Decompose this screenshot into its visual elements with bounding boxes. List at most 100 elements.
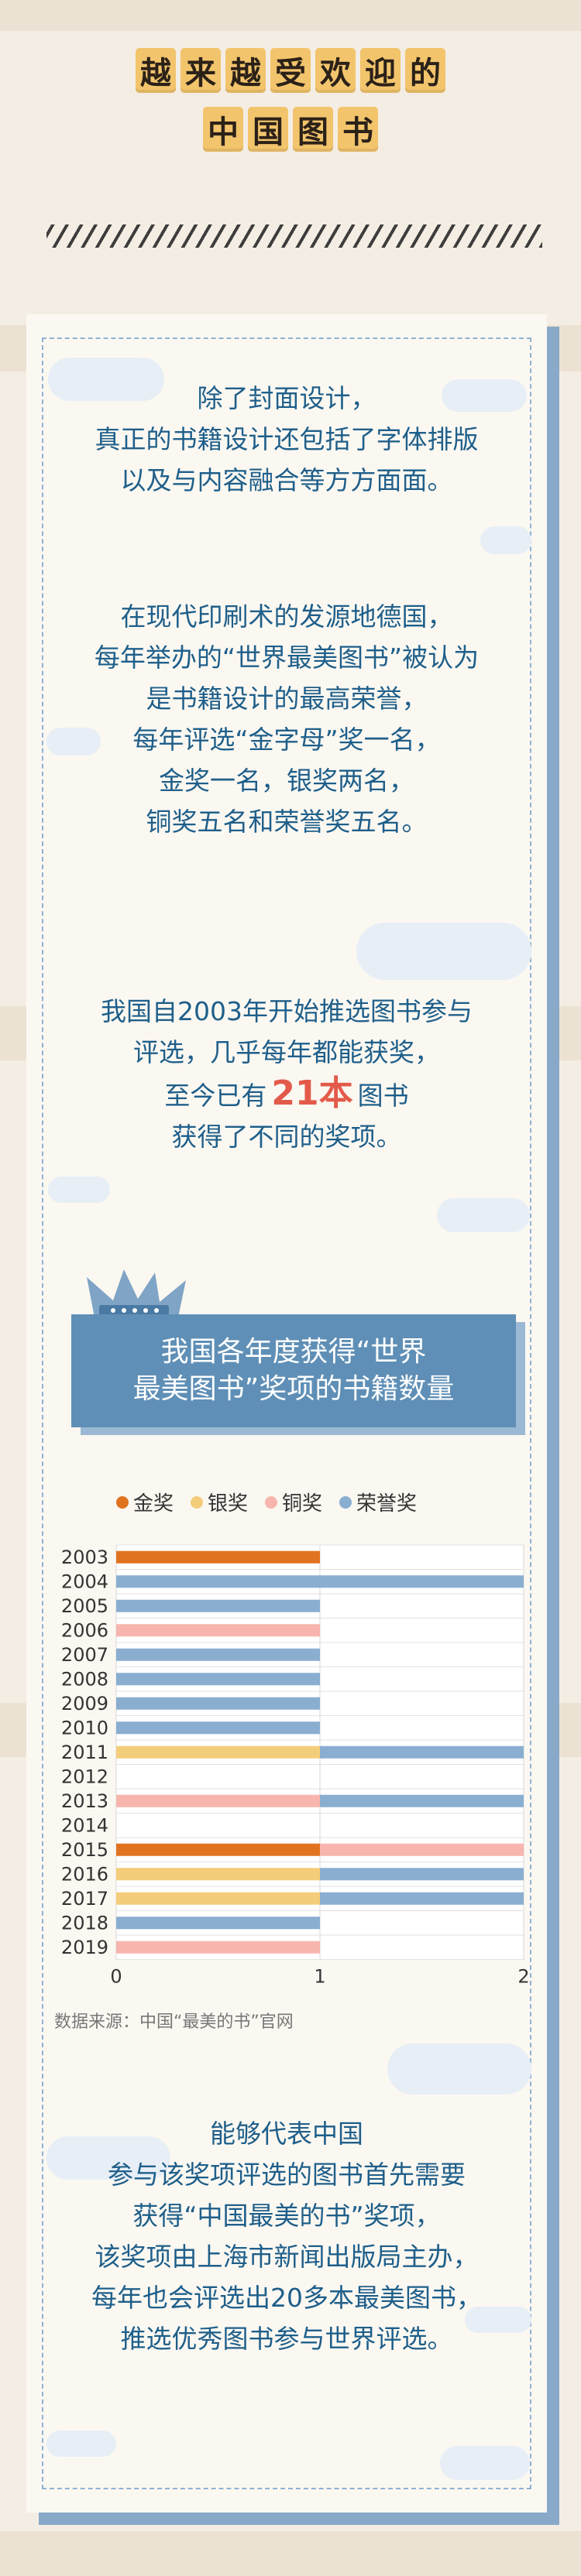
text-line: 真正的书籍设计还包括了字体排版 <box>95 424 479 454</box>
y-tick-label: 2008 <box>61 1668 108 1690</box>
y-tick-label: 2010 <box>61 1717 108 1738</box>
legend-label: 铜奖 <box>282 1492 323 1516</box>
bar-segment <box>116 1794 320 1807</box>
legend-swatch <box>339 1495 352 1509</box>
chart-title-banner: 我国各年度获得“世界 最美图书”奖项的书籍数量 <box>71 1314 516 1427</box>
bar-segment <box>320 1843 524 1856</box>
bar-segment <box>116 1868 320 1881</box>
bar-segment <box>116 1721 320 1735</box>
banner-line: 我国各年度获得“世界 <box>160 1336 427 1368</box>
bar-segment <box>116 1550 320 1564</box>
y-tick-label: 2014 <box>61 1814 108 1836</box>
bar-segment <box>320 1868 524 1881</box>
bar-segment <box>116 1599 320 1612</box>
page-title: 越 来 越 受 欢 迎 的 中 国 图 书 <box>0 48 581 166</box>
title-char: 来 <box>180 48 221 93</box>
background-stripe <box>0 2531 581 2576</box>
bar-segment <box>116 1697 320 1710</box>
intro-paragraph-2: 在现代印刷术的发源地德国， 每年举办的“世界最美图书”被认为 是书籍设计的最高荣… <box>42 596 531 842</box>
cloud-decoration <box>437 1198 530 1232</box>
y-tick-label: 2005 <box>61 1595 108 1617</box>
x-tick-label: 2 <box>517 1966 529 1988</box>
bar-segment <box>116 1575 524 1588</box>
legend-item: 铜奖 <box>265 1488 322 1516</box>
y-tick-label: 2009 <box>61 1693 108 1714</box>
legend-label: 银奖 <box>208 1492 249 1516</box>
legend-swatch <box>191 1495 204 1509</box>
highlight-count: 21本 <box>271 1074 353 1113</box>
text-line: 金奖一名，银奖两名， <box>159 766 414 796</box>
title-char: 受 <box>270 48 311 93</box>
bar-segment <box>116 1941 320 1954</box>
legend-item: 银奖 <box>191 1488 248 1516</box>
text-line: 获得“中国最美的书”奖项， <box>132 2201 441 2231</box>
text-line: 我国自2003年开始推选图书参与 <box>101 996 473 1026</box>
y-tick-label: 2015 <box>61 1839 108 1861</box>
title-char: 迎 <box>360 48 401 93</box>
text-fragment: 图书 <box>357 1081 409 1111</box>
cloud-decoration <box>440 2446 530 2480</box>
legend-item: 金奖 <box>116 1488 174 1516</box>
cloud-decoration <box>387 2043 531 2095</box>
stacked-bar-chart: 0 1 22003200420052006200720082009201020112… <box>61 1544 530 1988</box>
text-line: 以及与内容融合等方方面面。 <box>120 465 453 495</box>
y-tick-label: 2017 <box>61 1888 108 1910</box>
text-line: 参与该奖项评选的图书首先需要 <box>108 2160 466 2190</box>
chart-legend: 金奖 银奖 铜奖 荣誉奖 <box>116 1488 417 1516</box>
outro-paragraph: 能够代表中国 参与该奖项评选的图书首先需要 获得“中国最美的书”奖项， 该奖项由… <box>42 2113 531 2359</box>
y-tick-label: 2016 <box>61 1863 108 1885</box>
legend-label: 荣誉奖 <box>356 1492 418 1516</box>
text-line: 是书籍设计的最高荣誉， <box>146 683 428 714</box>
text-line: 至今已有 21本 图书 <box>42 1073 531 1116</box>
text-line: 每年也会评选出20多本最美图书， <box>91 2283 482 2313</box>
text-line: 每年举办的“世界最美图书”被认为 <box>94 642 480 673</box>
legend-swatch <box>265 1495 278 1509</box>
y-tick-label: 2012 <box>61 1766 108 1787</box>
text-line: 评选，几乎每年都能获奖， <box>133 1037 440 1067</box>
cloud-decoration <box>356 923 531 980</box>
legend-swatch <box>116 1495 129 1509</box>
y-tick-label: 2019 <box>61 1937 108 1958</box>
y-tick-label: 2006 <box>61 1619 108 1641</box>
text-line: 在现代印刷术的发源地德国， <box>120 601 453 632</box>
cloud-decoration <box>480 526 531 554</box>
text-line: 每年评选“金字母”奖一名， <box>132 724 441 755</box>
bar-segment <box>116 1745 320 1759</box>
title-char: 的 <box>405 48 445 93</box>
bar-segment <box>116 1648 320 1661</box>
cloud-decoration <box>48 1177 110 1203</box>
y-tick-label: 2004 <box>61 1571 108 1592</box>
title-char: 中 <box>203 107 243 152</box>
title-line-1: 越 来 越 受 欢 迎 的 <box>0 48 581 93</box>
x-tick-label: 0 <box>110 1966 122 1988</box>
y-tick-label: 2011 <box>61 1742 108 1763</box>
legend-item: 荣誉奖 <box>339 1488 417 1516</box>
legend-label: 金奖 <box>133 1492 174 1516</box>
text-line: 该奖项由上海市新闻出版局主办， <box>95 2242 479 2272</box>
title-line-2: 中 国 图 书 <box>0 107 581 152</box>
bar-segment <box>320 1745 524 1759</box>
y-tick-label: 2007 <box>61 1644 108 1666</box>
bar-segment <box>116 1843 320 1856</box>
bar-segment <box>116 1917 320 1930</box>
text-line: 除了封面设计， <box>197 383 376 413</box>
hatch-divider <box>46 224 542 248</box>
intro-paragraph-1: 除了封面设计， 真正的书籍设计还包括了字体排版 以及与内容融合等方方面面。 <box>42 378 531 501</box>
bar-segment <box>116 1892 320 1905</box>
text-line: 铜奖五名和荣誉奖五名。 <box>146 807 428 837</box>
intro-paragraph-3: 我国自2003年开始推选图书参与 评选，几乎每年都能获奖， 至今已有 21本 图书 … <box>42 991 531 1157</box>
title-char: 欢 <box>315 48 356 93</box>
background-stripe <box>0 0 581 31</box>
title-char: 图 <box>293 107 333 152</box>
bar-segment <box>320 1892 524 1905</box>
bar-segment <box>116 1673 320 1686</box>
data-source-note: 数据来源：中国“最美的书”官网 <box>54 2012 294 2032</box>
y-tick-label: 2003 <box>61 1547 108 1568</box>
text-fragment: 至今已有 <box>164 1081 267 1111</box>
text-line: 推选优秀图书参与世界评选。 <box>120 2324 453 2354</box>
banner-line: 最美图书”奖项的书籍数量 <box>132 1373 455 1405</box>
text-line: 能够代表中国 <box>210 2119 363 2149</box>
title-char: 国 <box>248 107 288 152</box>
title-char: 越 <box>225 48 266 93</box>
x-tick-label: 1 <box>314 1966 325 1988</box>
